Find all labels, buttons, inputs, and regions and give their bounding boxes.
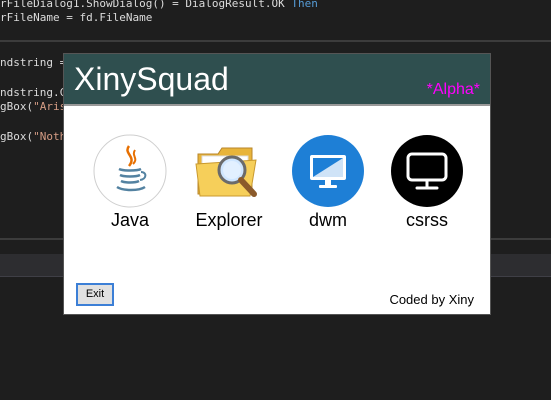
- app-csrss[interactable]: csrss: [377, 134, 477, 231]
- explorer-folder-icon: [192, 134, 266, 208]
- app-label-explorer: Explorer: [195, 210, 263, 230]
- app-label-dwm: dwm: [308, 210, 347, 230]
- app-label-csrss: csrss: [406, 210, 448, 230]
- xinysquad-dialog: XinySquad *Alpha* Java Explorer dwm csrs…: [63, 53, 491, 315]
- exit-button[interactable]: Exit: [76, 283, 114, 306]
- code-editor-top: rFileDialog1.ShowDialog() = DialogResult…: [0, 0, 551, 40]
- code-line-5: gBox("Aris: [0, 100, 67, 113]
- app-label-java: Java: [110, 210, 150, 230]
- code-line-4: ndstring.Co: [0, 86, 73, 99]
- code-line-2: rFileName = fd.FileName: [0, 11, 153, 24]
- csrss-monitor-icon: [390, 134, 464, 208]
- code-line-6: gBox("Noth: [0, 130, 67, 143]
- credit-text: Coded by Xiny: [389, 292, 474, 307]
- dialog-header: XinySquad *Alpha*: [64, 54, 490, 106]
- app-java[interactable]: Java: [80, 134, 180, 231]
- app-explorer[interactable]: Explorer: [179, 134, 279, 231]
- code-line-3: ndstring =: [0, 56, 73, 69]
- code-line-1: rFileDialog1.ShowDialog() = DialogResult…: [0, 0, 318, 10]
- alpha-badge: *Alpha*: [426, 81, 480, 98]
- dialog-title: XinySquad: [74, 61, 229, 97]
- app-dwm[interactable]: dwm: [278, 134, 378, 231]
- java-icon: [93, 134, 167, 208]
- dwm-monitor-icon: [291, 134, 365, 208]
